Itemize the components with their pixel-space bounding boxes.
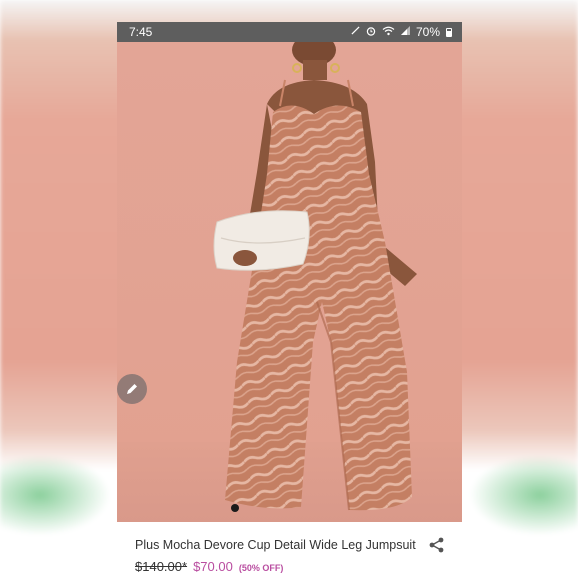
- status-time: 7:45: [129, 25, 153, 39]
- alarm-icon: [366, 26, 376, 39]
- product-photo[interactable]: [117, 42, 462, 522]
- signal-icon: [400, 26, 410, 38]
- product-title[interactable]: Plus Mocha Devore Cup Detail Wide Leg Ju…: [135, 538, 416, 552]
- battery-percent: 70%: [415, 25, 440, 39]
- status-icons: 70%: [351, 25, 452, 39]
- phone-screen: 7:45 70% Plus Mocha Devore Cup Detail Wi…: [117, 22, 462, 580]
- model-illustration: [213, 42, 417, 512]
- status-bar: 7:45 70%: [117, 22, 462, 42]
- original-price: $140.00*: [135, 559, 188, 574]
- sale-price: $70.00: [193, 559, 233, 574]
- discount-label: (50% OFF): [238, 563, 284, 573]
- edit-photo-button[interactable]: [117, 374, 147, 404]
- price-row: $140.00* $70.00 (50% OFF): [135, 559, 283, 574]
- share-icon: [429, 537, 444, 553]
- share-button[interactable]: [428, 536, 446, 554]
- battery-icon: [446, 27, 452, 37]
- edit-pencil-icon: [127, 384, 137, 394]
- mute-icon: [351, 26, 360, 38]
- listing-footer: Plus Mocha Devore Cup Detail Wide Leg Ju…: [117, 522, 462, 580]
- wifi-icon: [382, 26, 395, 39]
